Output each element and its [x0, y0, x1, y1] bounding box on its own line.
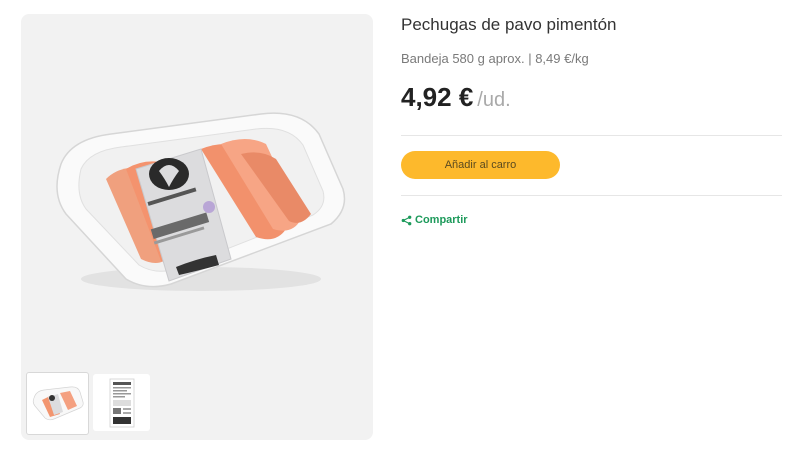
share-label: Compartir	[415, 214, 468, 226]
add-to-cart-button[interactable]: Añadir al carro	[401, 151, 560, 179]
price-unit: /ud.	[477, 89, 511, 111]
share-link[interactable]: Compartir	[401, 214, 468, 226]
product-subtitle: Bandeja 580 g aprox. | 8,49 €/kg	[401, 51, 589, 66]
product-gallery	[21, 14, 373, 440]
thumbnail-front[interactable]	[26, 372, 89, 435]
product-main-image	[56, 112, 346, 291]
product-detail-page: Pechugas de pavo pimentón Bandeja 580 g …	[0, 0, 800, 451]
thumbnail-list	[26, 372, 150, 435]
price-row: 4,92 € /ud.	[401, 81, 782, 113]
thumbnail-back-label[interactable]	[93, 374, 150, 431]
product-title: Pechugas de pavo pimentón	[401, 15, 617, 34]
product-info: Pechugas de pavo pimentón Bandeja 580 g …	[401, 14, 782, 226]
thumbnail-back-image	[109, 378, 134, 427]
divider	[401, 195, 782, 196]
product-price: 4,92 €	[401, 82, 474, 112]
thumbnail-front-image	[32, 386, 84, 420]
share-icon	[401, 215, 412, 225]
divider	[401, 135, 782, 136]
